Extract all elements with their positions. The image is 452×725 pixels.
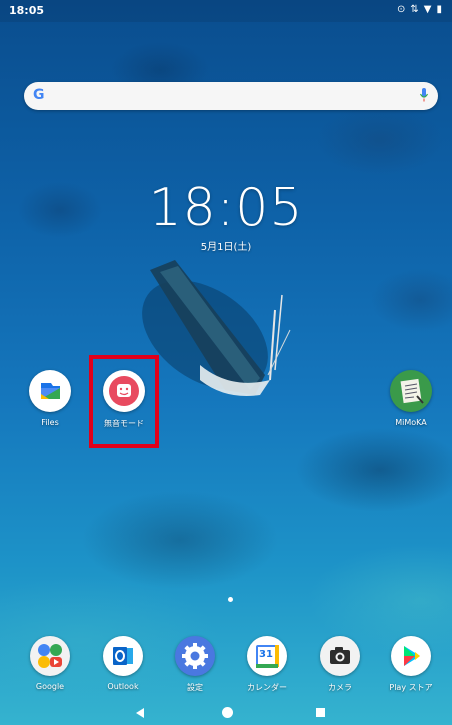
- status-icons: ⊙ ⇅ ▼ ▮: [397, 4, 442, 15]
- google-folder-icon: [30, 636, 70, 676]
- dock-camera-label: カメラ: [328, 683, 352, 692]
- wifi-icon: ▼: [423, 4, 432, 15]
- outlook-icon: [103, 636, 143, 676]
- app-files-label: Files: [41, 418, 59, 427]
- page-indicator: [228, 597, 233, 602]
- status-time: 18:05: [9, 4, 45, 17]
- home-clock[interactable]: 18:05: [0, 178, 452, 238]
- google-g-icon: G: [33, 87, 45, 103]
- calendar-day: 31: [259, 649, 273, 660]
- dock-play-store-label: Play ストア: [389, 683, 433, 692]
- dock-settings-label: 設定: [187, 683, 203, 692]
- dock-calendar-label: カレンダー: [247, 683, 287, 692]
- status-bar: 18:05 ⊙ ⇅ ▼ ▮: [0, 0, 452, 22]
- dock-camera[interactable]: カメラ: [305, 636, 375, 693]
- alarm-icon: ⊙: [397, 4, 406, 15]
- calendar-icon: 31: [247, 636, 287, 676]
- dock-settings[interactable]: 設定: [160, 636, 230, 693]
- back-icon[interactable]: [136, 708, 144, 718]
- battery-icon: ▮: [436, 4, 442, 15]
- dock-google-folder[interactable]: Google: [15, 636, 85, 691]
- dock-outlook-label: Outlook: [107, 682, 139, 691]
- signal-icon: ⇅: [410, 4, 419, 15]
- dock-outlook[interactable]: Outlook: [88, 636, 158, 691]
- microphone-icon[interactable]: [420, 88, 428, 102]
- mimoka-icon: [390, 370, 432, 412]
- navigation-bar: [0, 703, 452, 725]
- app-mimoka[interactable]: MiMoKA: [376, 370, 446, 427]
- recent-apps-icon[interactable]: [316, 708, 325, 717]
- highlight-box: [89, 355, 159, 448]
- dock-play-store[interactable]: Play ストア: [376, 636, 446, 693]
- dock-calendar[interactable]: 31 カレンダー: [232, 636, 302, 693]
- files-icon: [29, 370, 71, 412]
- app-files[interactable]: Files: [15, 370, 85, 427]
- dock-google-label: Google: [35, 682, 65, 691]
- home-icon[interactable]: [222, 707, 233, 718]
- settings-gear-icon: [175, 636, 215, 676]
- play-store-icon: [391, 636, 431, 676]
- google-search-bar[interactable]: G: [24, 82, 438, 110]
- camera-icon: [320, 636, 360, 676]
- app-mimoka-label: MiMoKA: [395, 418, 427, 427]
